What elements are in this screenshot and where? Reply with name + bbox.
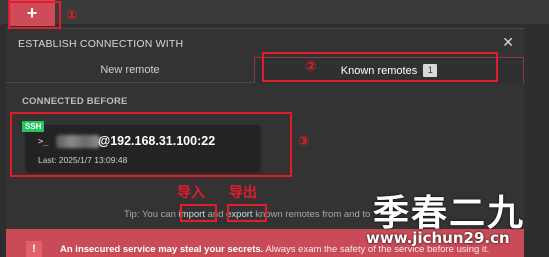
warning-icon: ! (26, 241, 42, 257)
tip-suffix: known remotes from and to (255, 209, 371, 220)
app-top-strip (0, 0, 549, 24)
annotation-circle-3: ③ (298, 134, 310, 150)
watermark-url: www.jichun29.cn (366, 229, 510, 247)
tip-prefix: Tip: You can (124, 209, 176, 220)
dialog-title: ESTABLISH CONNECTION WITH (18, 38, 184, 50)
annotation-box-import (180, 204, 217, 222)
annotation-box-1 (8, 1, 61, 29)
close-icon[interactable]: ✕ (502, 34, 514, 51)
annotation-box-export (227, 204, 267, 222)
import-annotation-label: 导入 (177, 185, 205, 201)
annotation-box-3 (10, 112, 292, 177)
annotation-box-2 (262, 52, 498, 82)
tab-new-remote[interactable]: New remote (6, 57, 254, 83)
export-annotation-label: 导出 (229, 185, 257, 201)
annotation-circle-1: ① (66, 8, 78, 24)
warning-bold-text: An insecured service may steal your secr… (60, 244, 264, 255)
annotation-circle-2: ② (305, 59, 317, 75)
connected-before-label: CONNECTED BEFORE (22, 96, 128, 107)
